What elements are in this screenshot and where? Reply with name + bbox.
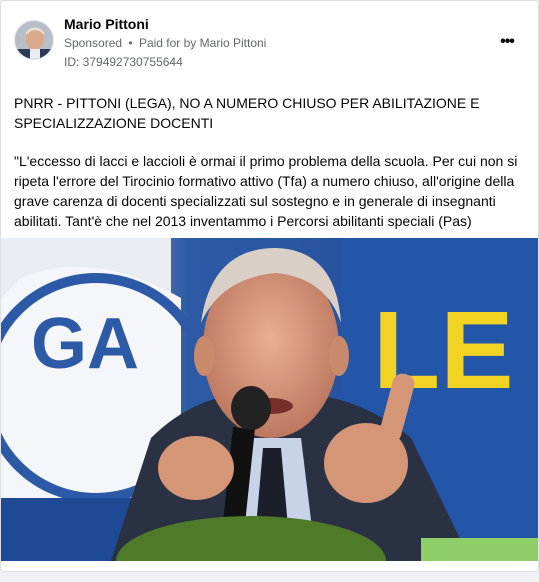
post-body-text[interactable]: "L'eccesso di lacci e laccioli è ormai i… bbox=[14, 151, 526, 231]
ad-id: ID: 379492730755644 bbox=[64, 55, 183, 69]
sponsored-meta: Sponsored • Paid for by Mario Pittoni bbox=[64, 36, 266, 50]
post-title: PNRR - PITTONI (LEGA), NO A NUMERO CHIUS… bbox=[14, 95, 480, 131]
more-options-button[interactable]: ••• bbox=[492, 31, 522, 53]
post-image[interactable]: GA LE bbox=[1, 238, 538, 561]
ad-post-card: Mario Pittoni Sponsored • Paid for by Ma… bbox=[0, 0, 539, 572]
speaker-photo: GA LE bbox=[1, 238, 538, 561]
author-name[interactable]: Mario Pittoni bbox=[64, 16, 149, 32]
more-horizontal-icon: ••• bbox=[500, 33, 515, 50]
sponsored-label: Sponsored bbox=[64, 36, 123, 50]
post-header: Mario Pittoni Sponsored • Paid for by Ma… bbox=[1, 1, 538, 81]
meta-separator: • bbox=[128, 36, 133, 50]
paid-for-by-name[interactable]: Mario Pittoni bbox=[200, 36, 267, 50]
author-avatar[interactable] bbox=[14, 20, 54, 60]
avatar-image bbox=[15, 21, 53, 59]
banner-left-text: GA bbox=[31, 304, 139, 384]
paid-for-by-label: Paid for by bbox=[138, 36, 197, 50]
